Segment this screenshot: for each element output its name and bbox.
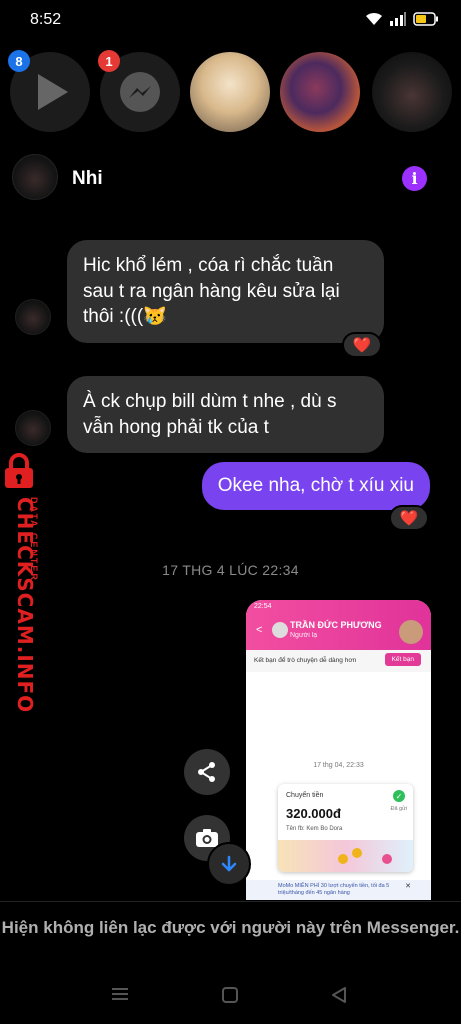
message-text: Okee nha, chờ t xíu xiu (217, 475, 414, 496)
transfer-title: Chuyển tiền (286, 792, 324, 799)
contact-avatar[interactable] (12, 154, 58, 200)
messenger-chat-head[interactable]: 1 (98, 50, 180, 132)
transfer-status: Đã gửi (390, 806, 407, 812)
contact-chat-head-1[interactable] (190, 52, 270, 132)
image-header: 22:54 < TRẦN ĐỨC PHƯƠNG Người lạ (246, 600, 431, 650)
video-chat-head[interactable]: 8 (8, 50, 90, 132)
image-date: 17 thg 04, 22:33 (313, 762, 364, 769)
coin-icon (338, 854, 348, 864)
status-time: 8:52 (30, 11, 62, 28)
lock-icon (5, 453, 33, 488)
signal-icon (390, 12, 406, 26)
back-icon[interactable] (330, 986, 348, 1009)
watermark: CHECKSCAM.INFO DATA CENTER (0, 452, 40, 713)
image-avatar (272, 622, 288, 638)
arrow-down-icon (221, 855, 237, 872)
image-friend-strip: Kết bạn để trò chuyện dễ dàng hơn Kết bạ… (246, 650, 431, 672)
share-button[interactable] (184, 749, 230, 795)
info-icon[interactable]: i (402, 166, 427, 191)
unavailable-notice-text: Hiện không liên lạc được với người này t… (1, 918, 460, 937)
image-profile-avatar (399, 620, 423, 644)
character-icon (382, 854, 392, 864)
chat-header: Nhi i (0, 142, 461, 214)
check-icon: ✓ (393, 790, 405, 802)
message-text: À ck chụp bill dùm t nhe , dù s vẫn hong… (83, 391, 337, 438)
message-timestamp: 17 THG 4 LÚC 22:34 (162, 562, 299, 578)
wifi-icon (366, 12, 382, 25)
menu-icon[interactable] (110, 986, 130, 1007)
info-icon-glyph: i (411, 169, 418, 188)
unavailable-notice: Hiện không liên lạc được với người này t… (0, 901, 461, 940)
transfer-amount: 320.000đ (286, 806, 341, 821)
status-icons (365, 12, 439, 26)
image-strip-text: Kết bạn để trò chuyện dễ dàng hơn (254, 657, 357, 664)
transfer-account: Tên fb: Kem Bo Dora (286, 826, 343, 832)
image-contact-name: TRẦN ĐỨC PHƯƠNG (290, 620, 382, 630)
contact-chat-head-3[interactable] (372, 52, 452, 132)
home-icon[interactable] (221, 986, 239, 1009)
battery-icon (413, 12, 438, 26)
chat-heads-row: 8 1 (0, 48, 461, 138)
transfer-card: Chuyển tiền ✓ Đã gửi 320.000đ Tên fb: Ke… (278, 784, 413, 872)
heart-reaction[interactable]: ❤️ (389, 505, 429, 531)
image-time: 22:54 (254, 603, 272, 610)
message-avatar[interactable] (15, 410, 51, 446)
card-illustration (278, 840, 413, 872)
chat-panel: Nhi i Hic khổ lém , cóa rì chắc tuần sau… (0, 142, 461, 968)
heart-icon: ❤️ (352, 337, 372, 354)
outgoing-message-bubble[interactable]: Okee nha, chờ t xíu xiu (201, 462, 430, 510)
watermark-sub-text: DATA CENTER (29, 497, 39, 582)
message-text: Hic khổ lém , cóa rì chắc tuần sau t ra … (83, 255, 340, 328)
heart-reaction[interactable]: ❤️ (342, 332, 382, 358)
incoming-message-bubble[interactable]: Hic khổ lém , cóa rì chắc tuần sau t ra … (67, 240, 384, 343)
back-arrow-icon: < (256, 624, 263, 636)
shared-image-message[interactable]: 22:54 < TRẦN ĐỨC PHƯƠNG Người lạ Kết bạn… (246, 600, 431, 900)
unread-count-badge: 8 (8, 50, 30, 72)
image-contact-subtitle: Người lạ (290, 632, 318, 639)
heart-icon: ❤️ (399, 510, 419, 527)
coin-icon (352, 848, 362, 858)
unread-count-badge: 1 (98, 50, 120, 72)
status-bar: 8:52 (0, 0, 461, 40)
incoming-message-bubble[interactable]: À ck chụp bill dùm t nhe , dù s vẫn hong… (67, 376, 384, 454)
contact-name[interactable]: Nhi (72, 168, 103, 190)
share-icon (198, 762, 215, 782)
message-avatar[interactable] (15, 299, 51, 335)
scroll-down-button[interactable] (207, 842, 251, 886)
close-icon: ✕ (405, 883, 411, 890)
contact-chat-head-2[interactable] (280, 52, 360, 132)
promo-banner: MoMo MIỄN PHÍ 30 lượt chuyển tiền, tối đ… (246, 880, 431, 900)
promo-text: MoMo MIỄN PHÍ 30 lượt chuyển tiền, tối đ… (278, 883, 390, 896)
navigation-bar (0, 968, 461, 1024)
image-strip-button: Kết bạn (384, 653, 421, 666)
